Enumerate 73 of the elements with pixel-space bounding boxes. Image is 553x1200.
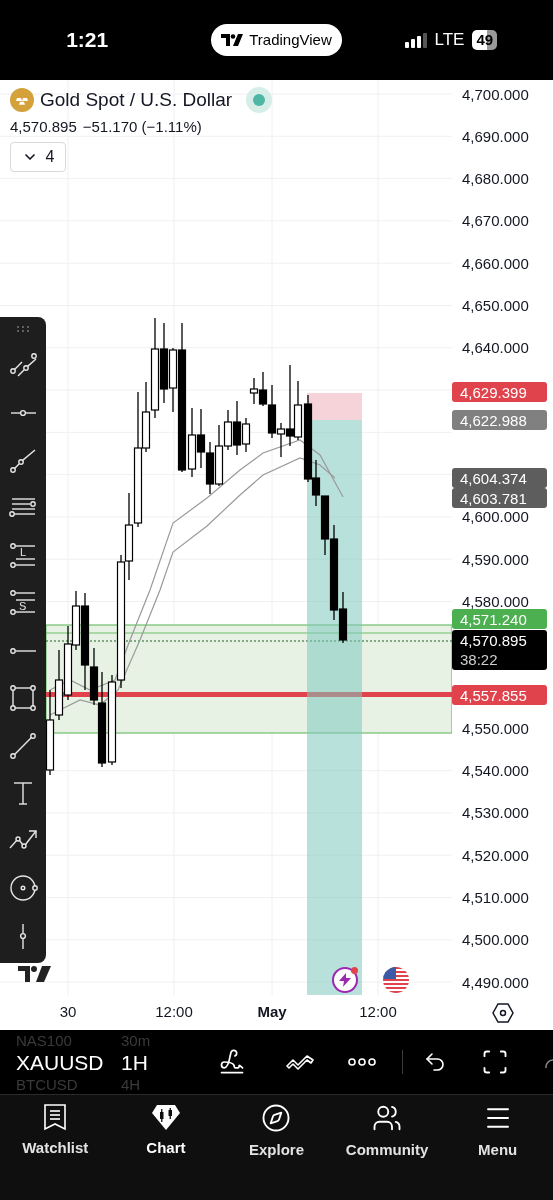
price-tick-label: 4,530.000 xyxy=(462,805,529,821)
price-tag: 4,603.781 xyxy=(452,488,547,508)
price-tick-label: 4,510.000 xyxy=(462,890,529,905)
tab-bar-item[interactable]: Chart xyxy=(110,1103,222,1160)
tab-bar-item[interactable]: Explore xyxy=(221,1103,332,1162)
undo-icon[interactable] xyxy=(423,1050,447,1074)
price-tick-label: 4,490.000 xyxy=(462,974,529,990)
price-tick-label: 4,650.000 xyxy=(462,297,529,313)
time-axis-label: 12:00 xyxy=(359,1004,397,1019)
tab-bar-item[interactable]: Community xyxy=(331,1103,443,1162)
clock-time: 1:21 xyxy=(66,27,109,54)
settings-icon[interactable] xyxy=(492,1002,514,1024)
candle xyxy=(54,649,64,721)
bookmark-list-icon xyxy=(43,1103,68,1131)
price-tick-label: 4,640.000 xyxy=(462,340,529,356)
price-tick-label: 4,550.000 xyxy=(462,720,529,736)
people-icon xyxy=(372,1103,403,1133)
price-tick-label: 4,590.000 xyxy=(462,551,529,567)
position-risk-zone xyxy=(307,393,362,420)
short-position-tool[interactable]: S xyxy=(8,588,38,618)
network-label: LTE xyxy=(434,29,465,52)
time-axis-label: 12:00 xyxy=(155,1004,193,1019)
app-pill: TradingView xyxy=(211,24,342,56)
circle-tool-icon[interactable] xyxy=(8,873,38,903)
lightning-icon xyxy=(339,973,351,987)
last-price: 4,570.895 xyxy=(10,118,77,134)
price-tick-label: 4,680.000 xyxy=(462,171,529,187)
price-tick-label: 4,520.000 xyxy=(462,847,529,863)
alert-button[interactable] xyxy=(332,967,358,993)
pen-icon[interactable] xyxy=(218,1048,246,1076)
price-tick-label: 4,660.000 xyxy=(462,255,529,271)
compass-icon xyxy=(261,1103,292,1133)
symbol-picker-option[interactable]: XAUUSD 1H xyxy=(16,1051,181,1073)
price-tick-label: 4,700.000 xyxy=(462,86,529,102)
grip-icon[interactable] xyxy=(16,325,30,333)
price-tag: 4,604.374 xyxy=(452,468,547,488)
candle xyxy=(249,377,259,405)
long-position-tool[interactable]: L xyxy=(8,540,38,571)
app-logo-icon xyxy=(221,34,244,46)
price-tick-label: 4,540.000 xyxy=(462,763,529,779)
price-tick-label: 4,600.000 xyxy=(462,509,529,525)
us-flag-icon[interactable] xyxy=(383,967,409,993)
more-dots-icon[interactable] xyxy=(348,1057,376,1067)
price-tick-label: 4,690.000 xyxy=(462,128,529,144)
price-tag: 4,622.988 xyxy=(452,410,547,430)
time-axis-label: May xyxy=(257,1004,287,1019)
price-tag: 4,557.855 xyxy=(452,685,547,705)
price-tag: 4,629.399 xyxy=(452,382,547,402)
tab-bar-item[interactable]: Watchlist xyxy=(0,1103,111,1160)
signal-icon xyxy=(404,32,427,48)
tab-bar-item[interactable]: Menu xyxy=(442,1103,553,1162)
price-tag: 4,571.240 xyxy=(452,609,547,629)
zigzag-lines-icon[interactable] xyxy=(286,1052,316,1072)
symbol-title: Gold Spot / U.S. Dollar xyxy=(40,88,233,112)
candle xyxy=(196,408,206,469)
price-tick-label: 4,670.000 xyxy=(462,213,529,229)
fullscreen-icon[interactable] xyxy=(481,1048,509,1076)
time-axis-label: 30 xyxy=(59,1004,77,1019)
short-position-icon xyxy=(8,588,38,618)
line-segment-icon[interactable] xyxy=(8,730,38,761)
battery-indicator: 49 xyxy=(472,30,498,50)
logo-mark-icon xyxy=(18,966,52,982)
price-change: −51.170 (−1.11%) xyxy=(82,118,202,134)
rectangle-icon[interactable] xyxy=(8,683,38,713)
price-tick-label: 4,500.000 xyxy=(462,932,529,948)
price-tick-label: 4,580.000 xyxy=(462,593,529,609)
bar-countdown: 38:22 xyxy=(460,652,499,667)
collapse-indicators-button[interactable]: 4 xyxy=(10,141,66,172)
candle xyxy=(205,441,215,495)
long-position-icon xyxy=(8,540,38,571)
coin-icon xyxy=(10,88,34,113)
price-tag: 4,570.895 38:22 xyxy=(452,630,547,670)
candles-diamond-icon xyxy=(150,1103,181,1131)
